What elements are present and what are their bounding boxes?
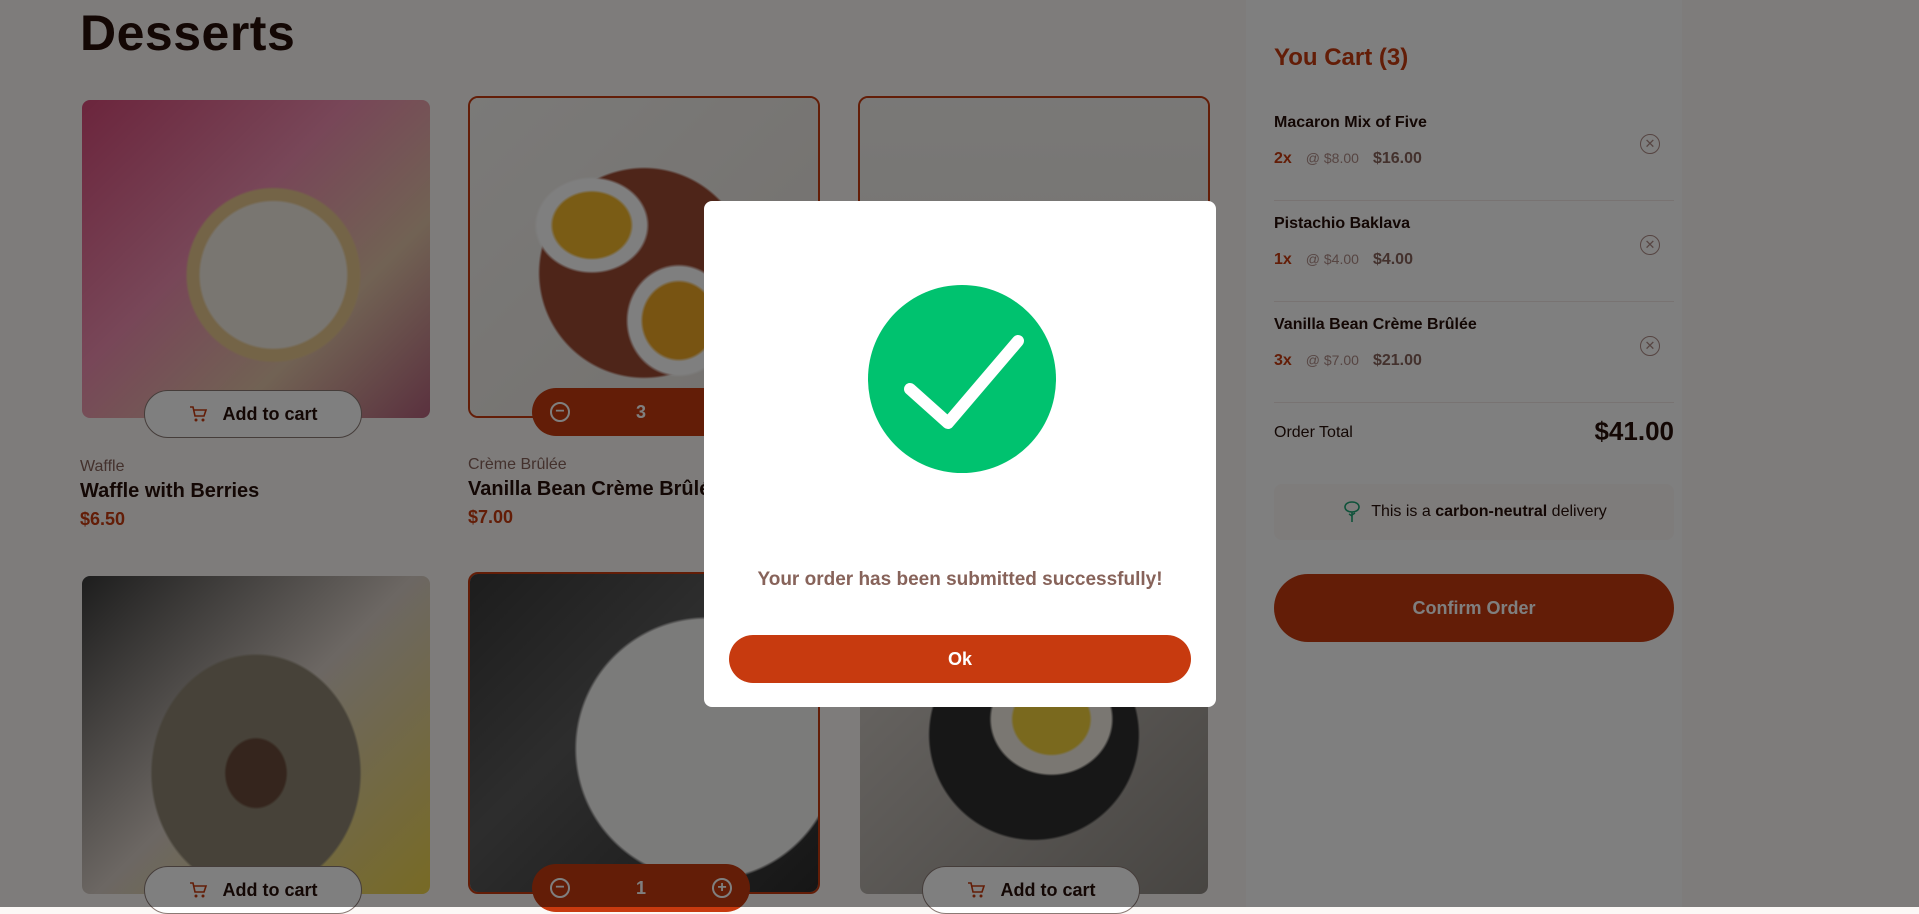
order-success-message: Your order has been submitted successful…	[757, 569, 1163, 590]
success-badge	[868, 285, 1056, 473]
ok-button[interactable]: Ok	[729, 635, 1191, 683]
order-confirmation-modal: Your order has been submitted successful…	[704, 201, 1216, 707]
checkmark-icon	[904, 335, 1024, 429]
